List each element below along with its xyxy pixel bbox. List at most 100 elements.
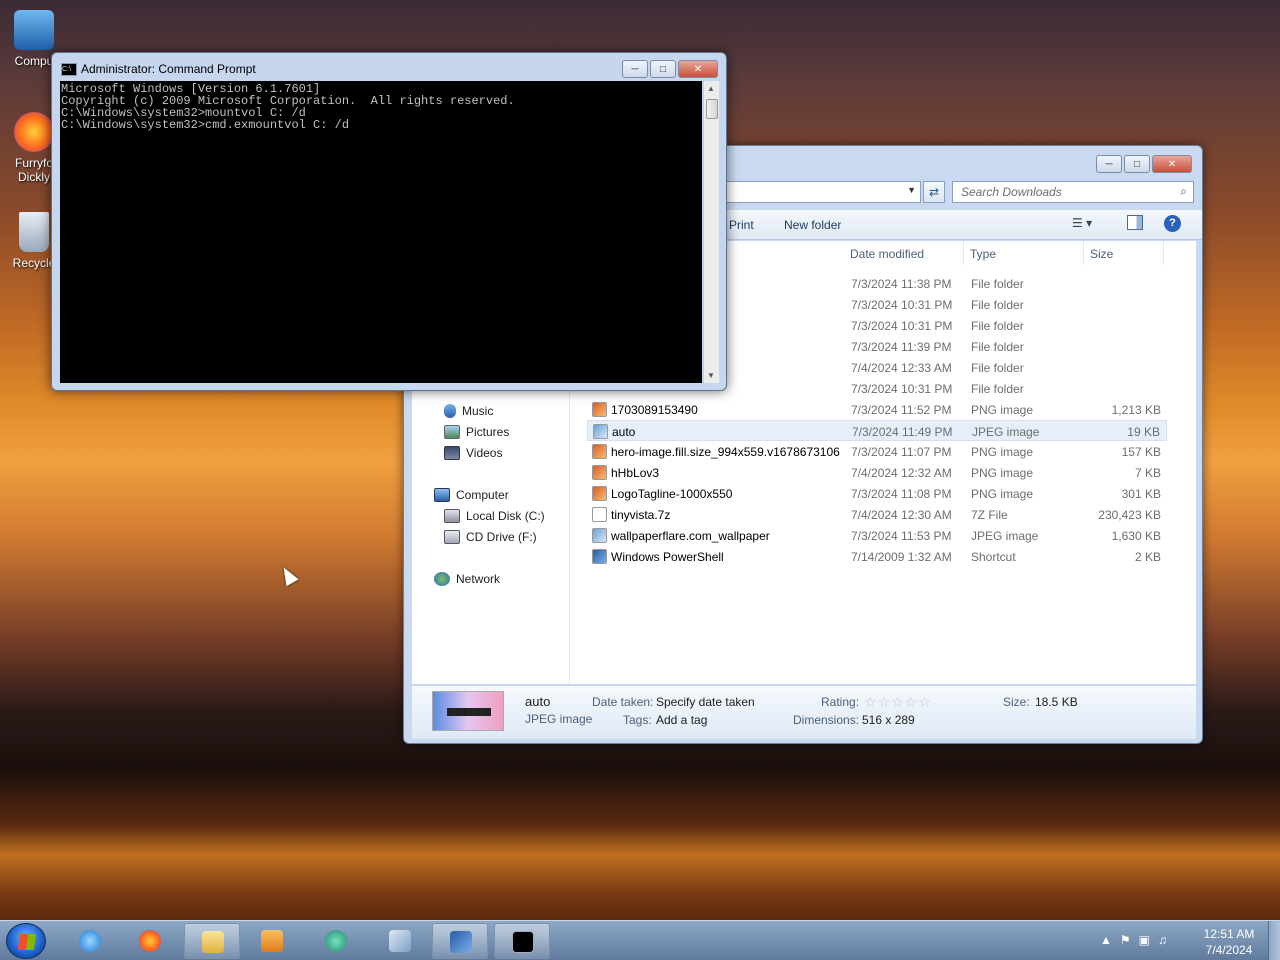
date-taken-label: Date taken: [592, 695, 654, 709]
name-cell: hHbLov3 [611, 466, 660, 480]
type-cell: File folder [971, 319, 1024, 333]
details-file-name: auto [525, 694, 551, 709]
search-icon[interactable]: ⌕ [1180, 184, 1187, 199]
internet-explorer-icon [79, 930, 101, 952]
table-row-selected[interactable]: auto 7/3/2024 11:49 PM JPEG image 19 KB [587, 420, 1167, 441]
column-header-size[interactable]: Size [1084, 241, 1164, 265]
table-row[interactable]: 1703089153490 7/3/2024 11:52 PM PNG imag… [587, 399, 1167, 420]
nav-item-music[interactable]: Music [444, 404, 493, 418]
preview-pane-icon[interactable] [1127, 215, 1143, 230]
nav-item-videos[interactable]: Videos [444, 446, 502, 460]
rating-label: Rating: [821, 695, 860, 709]
taskbar-explorer[interactable] [184, 923, 240, 959]
type-cell: PNG image [971, 466, 1034, 480]
taskbar-firefox[interactable] [122, 923, 178, 959]
date-taken-value[interactable]: Specify date taken [656, 695, 755, 709]
scroll-up-icon[interactable]: ▲ [707, 84, 715, 93]
table-row[interactable]: wallpaperflare.com_wallpaper 7/3/2024 11… [587, 525, 1167, 546]
network-icon [434, 572, 450, 586]
nav-item-label: Videos [466, 446, 503, 460]
size-cell: 230,423 KB [1098, 508, 1161, 522]
type-cell: Shortcut [971, 550, 1016, 564]
type-cell: PNG image [971, 445, 1034, 459]
maximize-button[interactable]: □ [1124, 155, 1150, 173]
table-row[interactable]: hHbLov3 7/4/2024 12:32 AM PNG image 7 KB [587, 462, 1167, 483]
network-icon[interactable]: ▣ [1139, 933, 1158, 947]
table-row[interactable]: hero-image.fill.size_994x559.v1678673106… [587, 441, 1167, 462]
tags-value[interactable]: Add a tag [656, 713, 707, 727]
date-cell: 7/3/2024 11:39 PM [851, 340, 952, 354]
date-cell: 7/3/2024 10:31 PM [851, 298, 953, 312]
folder-icon [202, 931, 224, 953]
jpeg-file-icon [593, 424, 608, 439]
scrollbar-thumb[interactable] [706, 99, 718, 119]
nav-item-network[interactable]: Network [434, 572, 500, 586]
close-button[interactable]: ✕ [1152, 155, 1192, 173]
name-cell: auto [612, 425, 636, 439]
name-cell: Windows PowerShell [611, 550, 724, 564]
taskbar-command-prompt[interactable] [494, 923, 550, 959]
rating-stars[interactable]: ☆☆☆☆☆ [864, 694, 932, 711]
refresh-icon[interactable]: ⇄ [923, 181, 945, 203]
date-cell: 7/3/2024 11:07 PM [851, 445, 952, 459]
print-button[interactable]: Print [729, 218, 754, 232]
show-desktop-button[interactable] [1268, 921, 1280, 960]
date-cell: 7/3/2024 11:52 PM [851, 403, 952, 417]
maximize-button[interactable]: □ [650, 60, 676, 78]
new-folder-button[interactable]: New folder [784, 218, 841, 232]
nav-item-pictures[interactable]: Pictures [444, 425, 509, 439]
taskbar-media-player[interactable] [244, 923, 300, 959]
nav-item-cd-drive[interactable]: CD Drive (F:) [444, 530, 537, 544]
png-file-icon [592, 402, 607, 417]
size-cell: 301 KB [1121, 487, 1161, 501]
explorer-title-buttons: ─ □ ✕ [1094, 155, 1192, 173]
minimize-button[interactable]: ─ [622, 60, 648, 78]
type-cell: File folder [971, 361, 1024, 375]
action-center-flag-icon[interactable]: ⚑ [1120, 933, 1139, 947]
taskbar-app[interactable] [308, 923, 364, 959]
cmd-title-buttons: ─ □ ✕ [620, 60, 718, 78]
nav-item-computer[interactable]: Computer [434, 488, 509, 502]
date-cell: 7/4/2024 12:33 AM [851, 361, 952, 375]
help-icon[interactable]: ? [1164, 215, 1181, 232]
size-cell: 19 KB [1127, 425, 1160, 439]
chevron-down-icon[interactable]: ▼ [907, 185, 916, 195]
taskbar-internet-explorer[interactable] [62, 923, 118, 959]
table-row[interactable]: Windows PowerShell 7/14/2009 1:32 AM Sho… [587, 546, 1167, 567]
close-button[interactable]: ✕ [678, 60, 718, 78]
firefox-icon [139, 930, 161, 952]
powershell-shortcut-icon [592, 549, 607, 564]
taskbar-tool[interactable] [372, 923, 428, 959]
recycle-bin-icon [19, 212, 49, 252]
desktop-icon-label: Compu [14, 54, 54, 68]
column-header-date[interactable]: Date modified [844, 241, 964, 265]
scroll-down-icon[interactable]: ▼ [707, 371, 715, 380]
column-header-type[interactable]: Type [964, 241, 1084, 265]
media-player-icon [261, 930, 283, 952]
change-view-icon[interactable]: ☰ ▾ [1072, 216, 1092, 230]
taskbar-powershell[interactable] [432, 923, 488, 959]
desktop-icon-label: Recycle [12, 256, 56, 270]
start-button[interactable] [6, 923, 46, 959]
table-row[interactable]: tinyvista.7z 7/4/2024 12:30 AM 7Z File 2… [587, 504, 1167, 525]
png-file-icon [592, 486, 607, 501]
show-hidden-icons-icon[interactable]: ▲ [1100, 933, 1120, 947]
details-file-kind: JPEG image [525, 712, 593, 726]
dimensions-value: 516 x 289 [862, 713, 915, 727]
clock-time: 12:51 AM [1203, 927, 1255, 941]
type-cell: 7Z File [971, 508, 1008, 522]
minimize-button[interactable]: ─ [1096, 155, 1122, 173]
type-cell: File folder [971, 340, 1024, 354]
nav-item-local-disk[interactable]: Local Disk (C:) [444, 509, 545, 523]
volume-muted-icon[interactable]: ♫ [1158, 933, 1175, 947]
clock[interactable]: 12:51 AM 7/4/2024 [1196, 926, 1262, 958]
search-input[interactable]: Search Downloads ⌕ [952, 181, 1194, 203]
nav-item-label: Local Disk (C:) [466, 509, 545, 523]
type-cell: JPEG image [971, 529, 1039, 543]
clock-date: 7/4/2024 [1205, 943, 1253, 957]
search-placeholder: Search Downloads [961, 185, 1062, 199]
nav-item-label: Pictures [466, 425, 510, 439]
vertical-scrollbar[interactable]: ▲ ▼ [703, 81, 719, 383]
table-row[interactable]: LogoTagline-1000x550 7/3/2024 11:08 PM P… [587, 483, 1167, 504]
console-output[interactable]: Microsoft Windows [Version 6.1.7601] Copy… [60, 81, 702, 383]
